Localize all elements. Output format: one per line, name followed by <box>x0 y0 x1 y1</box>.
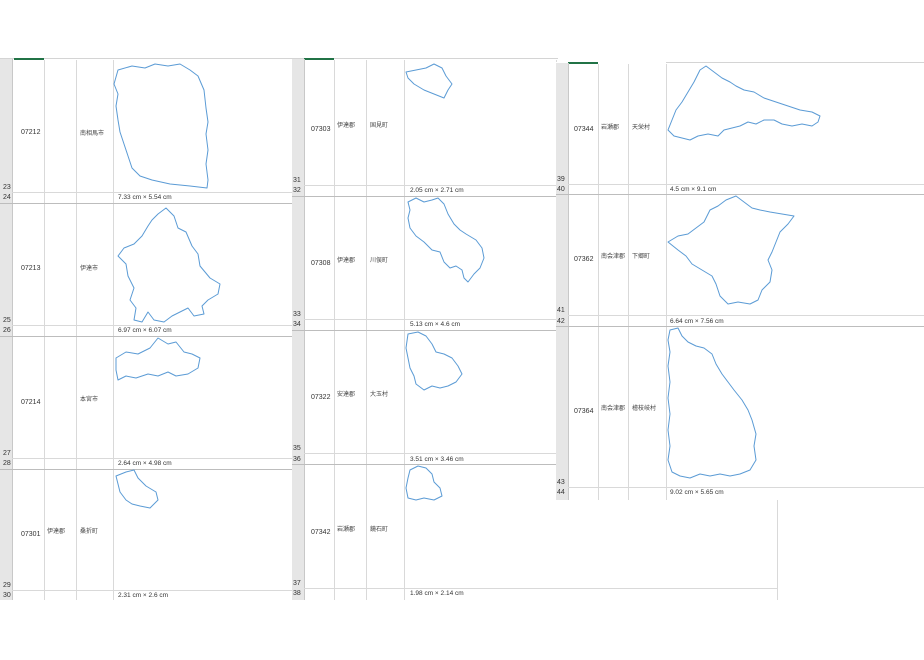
kunimi-outline[interactable] <box>404 62 456 100</box>
grid-line <box>628 64 629 500</box>
cell-code[interactable]: 07344 <box>574 126 593 133</box>
grid-line <box>12 590 294 591</box>
koori-outline[interactable] <box>112 468 164 514</box>
row-number[interactable]: 26 <box>3 327 11 335</box>
cell-city[interactable]: 檜枝岐村 <box>632 403 656 412</box>
grid-line <box>12 192 294 193</box>
shape-size-label[interactable]: 3.51 cm × 3.46 cm <box>410 456 464 463</box>
tenei-outline[interactable] <box>664 64 824 144</box>
cell-gun[interactable]: 南会津郡 <box>601 251 625 260</box>
selection-indicator <box>568 62 598 64</box>
row-number[interactable]: 28 <box>3 460 11 468</box>
shape-size-label[interactable]: 5.13 cm × 4.6 cm <box>410 321 460 328</box>
shape-size-label[interactable]: 2.64 cm × 4.98 cm <box>118 460 172 467</box>
cell-gun[interactable]: 南会津郡 <box>601 403 625 412</box>
cell-code[interactable]: 07364 <box>574 408 593 415</box>
grid-line <box>568 487 924 488</box>
spreadsheet-panel-1: 07212 南相馬市 23 24 7.33 cm × 5.54 cm 07213… <box>0 58 294 600</box>
cell-code[interactable]: 07322 <box>311 394 330 401</box>
row-number[interactable]: 39 <box>557 176 565 184</box>
row-number[interactable]: 35 <box>293 445 301 453</box>
grid-line <box>304 185 558 186</box>
header-edge <box>0 58 294 59</box>
cell-code[interactable]: 07214 <box>21 399 40 406</box>
row-number[interactable]: 30 <box>3 592 11 600</box>
cell-city[interactable]: 国見町 <box>370 120 388 129</box>
cell-gun[interactable]: 伊達郡 <box>47 526 65 535</box>
grid-line <box>304 588 778 589</box>
row-number[interactable]: 27 <box>3 450 11 458</box>
grid-line <box>568 184 924 185</box>
shape-size-label[interactable]: 4.5 cm × 9.1 cm <box>670 186 716 193</box>
cell-city[interactable]: 大玉村 <box>370 389 388 398</box>
cell-city[interactable]: 下郷町 <box>632 251 650 260</box>
header-edge <box>666 62 924 63</box>
selection-indicator <box>304 58 334 60</box>
row-number[interactable]: 34 <box>293 321 301 329</box>
grid-line <box>44 60 45 600</box>
cell-city[interactable]: 伊達市 <box>80 263 98 272</box>
row-number[interactable]: 32 <box>293 187 301 195</box>
cell-gun[interactable]: 伊達郡 <box>337 120 355 129</box>
row-number[interactable]: 36 <box>293 456 301 464</box>
row-number[interactable]: 40 <box>557 186 565 194</box>
date-city-outline[interactable] <box>112 204 224 326</box>
row-header-column <box>556 63 569 500</box>
cell-city[interactable]: 鏡石町 <box>370 524 388 533</box>
shape-size-label[interactable]: 6.97 cm × 6.07 cm <box>118 327 172 334</box>
shape-size-label[interactable]: 9.02 cm × 5.65 cm <box>670 489 724 496</box>
cell-gun[interactable]: 安達郡 <box>337 389 355 398</box>
shimogo-outline[interactable] <box>664 194 800 310</box>
cell-code[interactable]: 07308 <box>311 260 330 267</box>
grid-line <box>12 458 294 459</box>
row-number[interactable]: 29 <box>3 582 11 590</box>
cell-code[interactable]: 07362 <box>574 256 593 263</box>
cell-gun[interactable]: 伊達郡 <box>337 255 355 264</box>
shape-size-label[interactable]: 7.33 cm × 5.54 cm <box>118 194 172 201</box>
row-number[interactable]: 44 <box>557 489 565 497</box>
cell-city[interactable]: 本宮市 <box>80 394 98 403</box>
cell-city[interactable]: 川俣町 <box>370 255 388 264</box>
row-number[interactable]: 37 <box>293 580 301 588</box>
cell-code[interactable]: 07212 <box>21 129 40 136</box>
minamisoma-outline[interactable] <box>110 60 220 192</box>
cell-gun[interactable]: 岩瀬郡 <box>337 524 355 533</box>
shape-size-label[interactable]: 6.64 cm × 7.56 cm <box>670 318 724 325</box>
spreadsheet-panel-3: 07344 岩瀬郡 天栄村 39 40 4.5 cm × 9.1 cm 0736… <box>556 62 924 500</box>
cell-gun[interactable]: 岩瀬郡 <box>601 122 619 131</box>
row-number[interactable]: 23 <box>3 184 11 192</box>
cell-code[interactable]: 07342 <box>311 529 330 536</box>
row-number[interactable]: 25 <box>3 317 11 325</box>
row-number[interactable]: 33 <box>293 311 301 319</box>
motomiya-outline[interactable] <box>112 336 204 386</box>
grid-line <box>304 453 558 454</box>
shape-size-label[interactable]: 1.98 cm × 2.14 cm <box>410 590 464 597</box>
cell-city[interactable]: 桑折町 <box>80 526 98 535</box>
row-number[interactable]: 24 <box>3 194 11 202</box>
row-number[interactable]: 41 <box>557 307 565 315</box>
cell-city[interactable]: 天栄村 <box>632 122 650 131</box>
cell-code[interactable]: 07213 <box>21 265 40 272</box>
row-number[interactable]: 38 <box>293 590 301 598</box>
grid-line <box>598 64 599 500</box>
row-number[interactable]: 43 <box>557 479 565 487</box>
hinoemata-outline[interactable] <box>664 326 760 486</box>
grid-line <box>568 315 924 316</box>
kawamata-outline[interactable] <box>404 196 488 288</box>
row-number[interactable]: 42 <box>557 318 565 326</box>
grid-line <box>304 319 558 320</box>
shape-size-label[interactable]: 2.05 cm × 2.71 cm <box>410 187 464 194</box>
cell-code[interactable]: 07301 <box>21 531 40 538</box>
row-number[interactable]: 31 <box>293 177 301 185</box>
selection-indicator <box>14 58 44 60</box>
cell-code[interactable]: 07303 <box>311 126 330 133</box>
kagamiishi-outline[interactable] <box>404 464 448 502</box>
shape-size-label[interactable]: 2.31 cm × 2.6 cm <box>118 592 168 599</box>
otama-outline[interactable] <box>404 330 468 392</box>
cell-city[interactable]: 南相馬市 <box>80 128 104 137</box>
grid-line <box>76 60 77 600</box>
